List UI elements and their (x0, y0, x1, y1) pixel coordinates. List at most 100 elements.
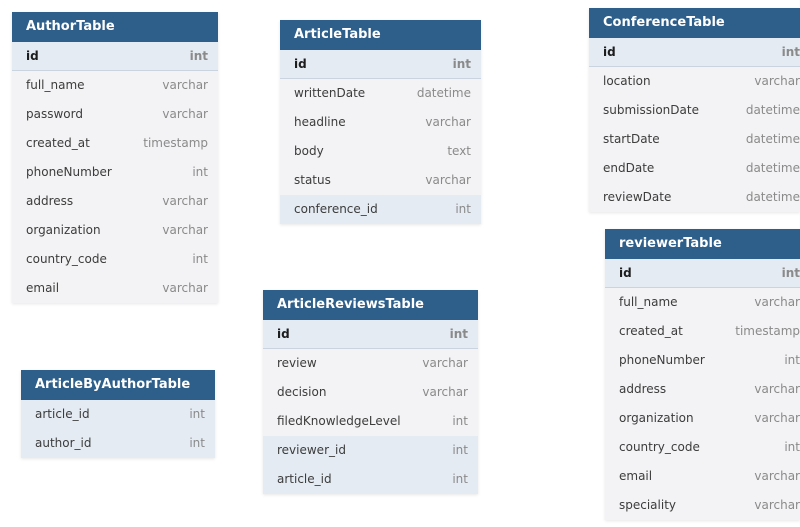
table-row[interactable]: id int (12, 42, 218, 71)
table-row[interactable]: full_name varchar (605, 288, 800, 317)
column-type: text (447, 144, 471, 158)
column-name: full_name (26, 78, 85, 92)
table-row[interactable]: id int (280, 50, 481, 79)
column-name: organization (26, 223, 101, 237)
column-name: id (619, 266, 632, 280)
column-name: full_name (619, 295, 678, 309)
table-row[interactable]: id int (589, 38, 800, 67)
column-name: country_code (619, 440, 700, 454)
table-row[interactable]: address varchar (12, 187, 218, 216)
column-type: timestamp (735, 324, 800, 338)
table-row[interactable]: created_at timestamp (605, 317, 800, 346)
table-row[interactable]: full_name varchar (12, 71, 218, 100)
table-row[interactable]: reviewDate datetime (589, 183, 800, 212)
article-reviews-table[interactable]: ArticleReviewsTable id int review varchar … (263, 290, 478, 494)
table-row[interactable]: endDate datetime (589, 154, 800, 183)
table-row[interactable]: decision varchar (263, 378, 478, 407)
table-row[interactable]: country_code int (12, 245, 218, 274)
column-name: status (294, 173, 331, 187)
table-row[interactable]: organization varchar (605, 404, 800, 433)
table-row[interactable]: startDate datetime (589, 125, 800, 154)
article-reviews-table-header[interactable]: ArticleReviewsTable (263, 290, 478, 320)
column-name: writtenDate (294, 86, 366, 100)
column-name: created_at (619, 324, 683, 338)
column-name: speciality (619, 498, 677, 512)
column-type: varchar (162, 194, 208, 208)
table-row[interactable]: email varchar (12, 274, 218, 303)
column-type: int (192, 165, 208, 179)
reviewer-table[interactable]: reviewerTable id int full_name varchar cre… (605, 229, 800, 520)
table-row[interactable]: location varchar (589, 67, 800, 96)
column-type: varchar (754, 469, 800, 483)
column-name: filedKnowledgeLevel (277, 414, 401, 428)
conference-table[interactable]: ConferenceTable id int location varchar su… (589, 8, 800, 212)
column-name: location (603, 74, 651, 88)
column-name: address (619, 382, 667, 396)
table-row[interactable]: speciality varchar (605, 491, 800, 520)
column-type: int (452, 57, 471, 71)
column-name: headline (294, 115, 346, 129)
column-type: varchar (425, 115, 471, 129)
author-table[interactable]: AuthorTable id int full_name varchar passw… (12, 12, 218, 303)
column-name: phoneNumber (619, 353, 705, 367)
column-name: country_code (26, 252, 107, 266)
table-row[interactable]: reviewer_id int (263, 436, 478, 465)
table-row[interactable]: conference_id int (280, 195, 481, 224)
table-row[interactable]: filedKnowledgeLevel int (263, 407, 478, 436)
column-type: int (189, 49, 208, 63)
column-name: submissionDate (603, 103, 699, 117)
column-type: int (781, 266, 800, 280)
table-row[interactable]: phoneNumber int (12, 158, 218, 187)
table-row[interactable]: review varchar (263, 349, 478, 378)
column-type: datetime (745, 132, 800, 146)
table-row[interactable]: organization varchar (12, 216, 218, 245)
column-type: timestamp (143, 136, 208, 150)
table-row[interactable]: address varchar (605, 375, 800, 404)
column-type: int (784, 440, 800, 454)
author-table-header[interactable]: AuthorTable (12, 12, 218, 42)
column-type: datetime (416, 86, 471, 100)
column-type: int (192, 252, 208, 266)
table-row[interactable]: id int (605, 259, 800, 288)
column-type: int (452, 414, 468, 428)
table-row[interactable]: article_id int (21, 400, 215, 429)
table-row[interactable]: body text (280, 137, 481, 166)
table-row[interactable]: author_id int (21, 429, 215, 458)
column-name: article_id (35, 407, 90, 421)
column-name: phoneNumber (26, 165, 112, 179)
column-name: reviewDate (603, 190, 672, 204)
table-row[interactable]: writtenDate datetime (280, 79, 481, 108)
table-row[interactable]: headline varchar (280, 108, 481, 137)
table-row[interactable]: password varchar (12, 100, 218, 129)
column-name: article_id (277, 472, 332, 486)
table-row[interactable]: country_code int (605, 433, 800, 462)
column-type: int (781, 45, 800, 59)
column-name: endDate (603, 161, 655, 175)
article-table-header[interactable]: ArticleTable (280, 20, 481, 50)
column-type: int (452, 443, 468, 457)
column-type: int (455, 202, 471, 216)
table-row[interactable]: submissionDate datetime (589, 96, 800, 125)
article-table[interactable]: ArticleTable id int writtenDate datetime h… (280, 20, 481, 224)
column-name: decision (277, 385, 327, 399)
reviewer-table-header[interactable]: reviewerTable (605, 229, 800, 259)
column-type: varchar (754, 295, 800, 309)
table-row[interactable]: status varchar (280, 166, 481, 195)
column-type: varchar (754, 498, 800, 512)
column-type: int (784, 353, 800, 367)
column-name: review (277, 356, 317, 370)
article-by-author-table[interactable]: ArticleByAuthorTable article_id int autho… (21, 370, 215, 458)
article-by-author-table-header[interactable]: ArticleByAuthorTable (21, 370, 215, 400)
table-row[interactable]: article_id int (263, 465, 478, 494)
conference-table-header[interactable]: ConferenceTable (589, 8, 800, 38)
column-type: int (189, 407, 205, 421)
table-row[interactable]: phoneNumber int (605, 346, 800, 375)
column-name: password (26, 107, 83, 121)
table-row[interactable]: email varchar (605, 462, 800, 491)
column-type: varchar (162, 78, 208, 92)
column-name: reviewer_id (277, 443, 346, 457)
table-row[interactable]: created_at timestamp (12, 129, 218, 158)
column-name: organization (619, 411, 694, 425)
table-row[interactable]: id int (263, 320, 478, 349)
column-name: created_at (26, 136, 90, 150)
